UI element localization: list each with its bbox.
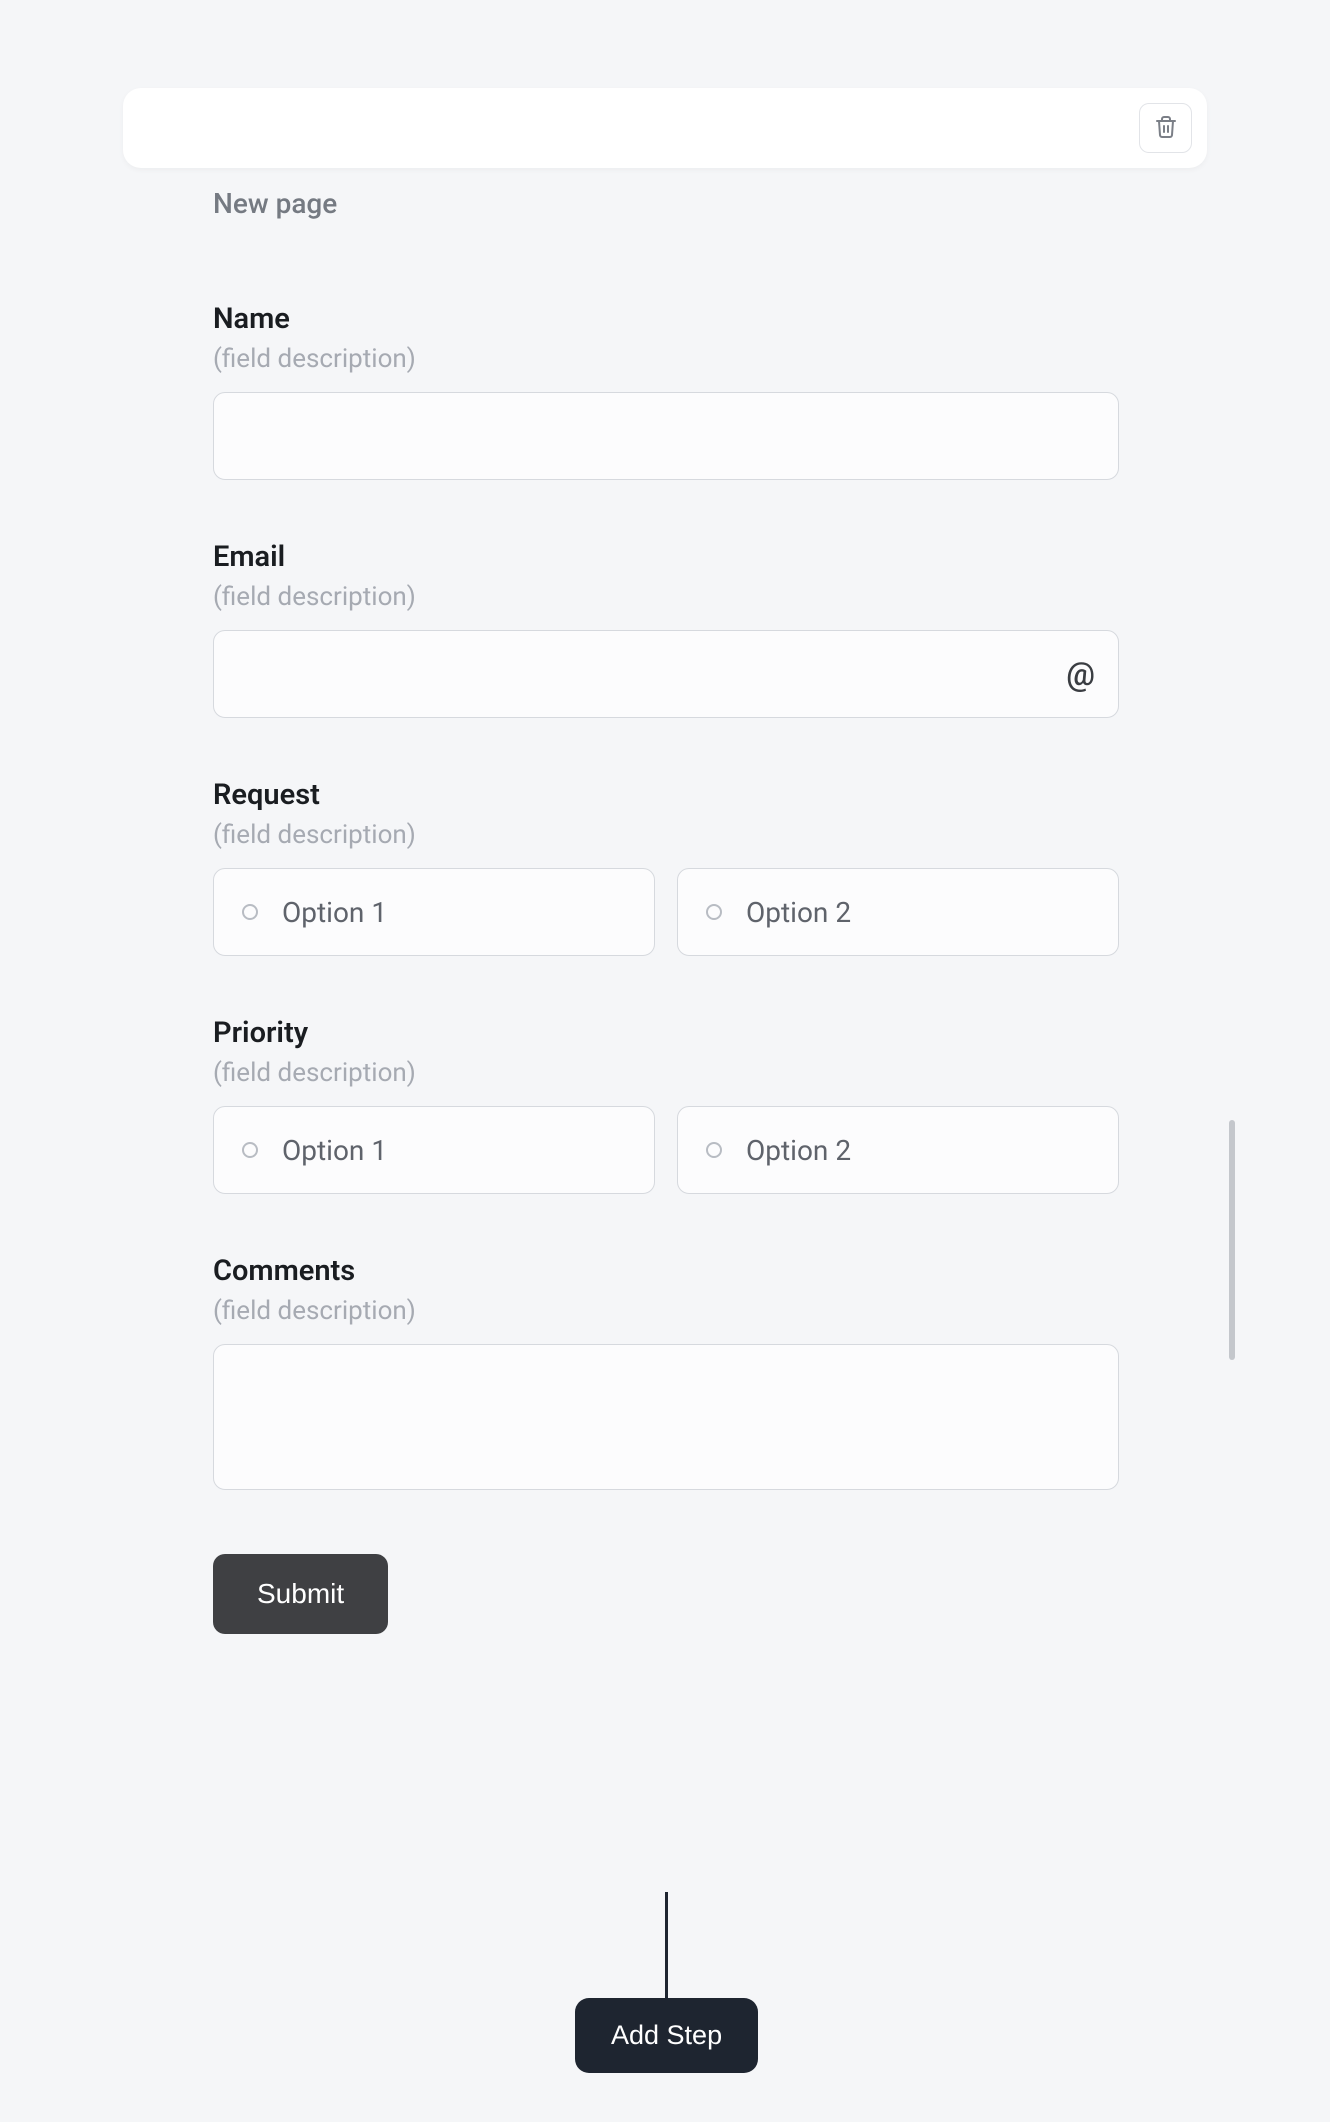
radio-icon xyxy=(706,904,722,920)
connector-line xyxy=(665,1892,668,2000)
form-card: New page Name (field description) Email … xyxy=(123,88,1207,168)
field-description: (field description) xyxy=(213,1296,1119,1326)
priority-option-1[interactable]: Option 1 xyxy=(213,1106,655,1194)
priority-options: Option 1 Option 2 xyxy=(213,1106,1119,1194)
delete-page-button[interactable] xyxy=(1139,103,1192,153)
comments-input[interactable] xyxy=(213,1344,1119,1490)
radio-icon xyxy=(706,1142,722,1158)
submit-button[interactable]: Submit xyxy=(213,1554,388,1634)
field-priority: Priority (field description) Option 1 Op… xyxy=(213,1016,1119,1194)
option-label: Option 2 xyxy=(746,1134,851,1167)
radio-icon xyxy=(242,1142,258,1158)
field-label: Email xyxy=(213,540,1119,574)
field-description: (field description) xyxy=(213,344,1119,374)
option-label: Option 1 xyxy=(282,1134,387,1167)
radio-icon xyxy=(242,904,258,920)
request-option-1[interactable]: Option 1 xyxy=(213,868,655,956)
email-input-wrap: @ xyxy=(213,630,1119,718)
option-label: Option 2 xyxy=(746,896,851,929)
scrollbar-thumb[interactable] xyxy=(1229,1120,1235,1360)
field-label: Priority xyxy=(213,1016,1119,1050)
page-title: New page xyxy=(213,187,337,220)
field-name: Name (field description) xyxy=(213,302,1119,480)
option-label: Option 1 xyxy=(282,896,387,929)
at-sign-icon: @ xyxy=(1066,655,1095,693)
priority-option-2[interactable]: Option 2 xyxy=(677,1106,1119,1194)
field-comments: Comments (field description) xyxy=(213,1254,1119,1494)
field-request: Request (field description) Option 1 Opt… xyxy=(213,778,1119,956)
add-step-button[interactable]: Add Step xyxy=(575,1998,758,2073)
fields-container: Name (field description) Email (field de… xyxy=(213,302,1119,1634)
trash-icon xyxy=(1154,115,1178,142)
field-email: Email (field description) @ xyxy=(213,540,1119,718)
request-options: Option 1 Option 2 xyxy=(213,868,1119,956)
request-option-2[interactable]: Option 2 xyxy=(677,868,1119,956)
field-description: (field description) xyxy=(213,582,1119,612)
field-label: Comments xyxy=(213,1254,1119,1288)
field-label: Request xyxy=(213,778,1119,812)
field-description: (field description) xyxy=(213,820,1119,850)
email-input[interactable] xyxy=(213,630,1119,718)
field-description: (field description) xyxy=(213,1058,1119,1088)
field-label: Name xyxy=(213,302,1119,336)
name-input[interactable] xyxy=(213,392,1119,480)
